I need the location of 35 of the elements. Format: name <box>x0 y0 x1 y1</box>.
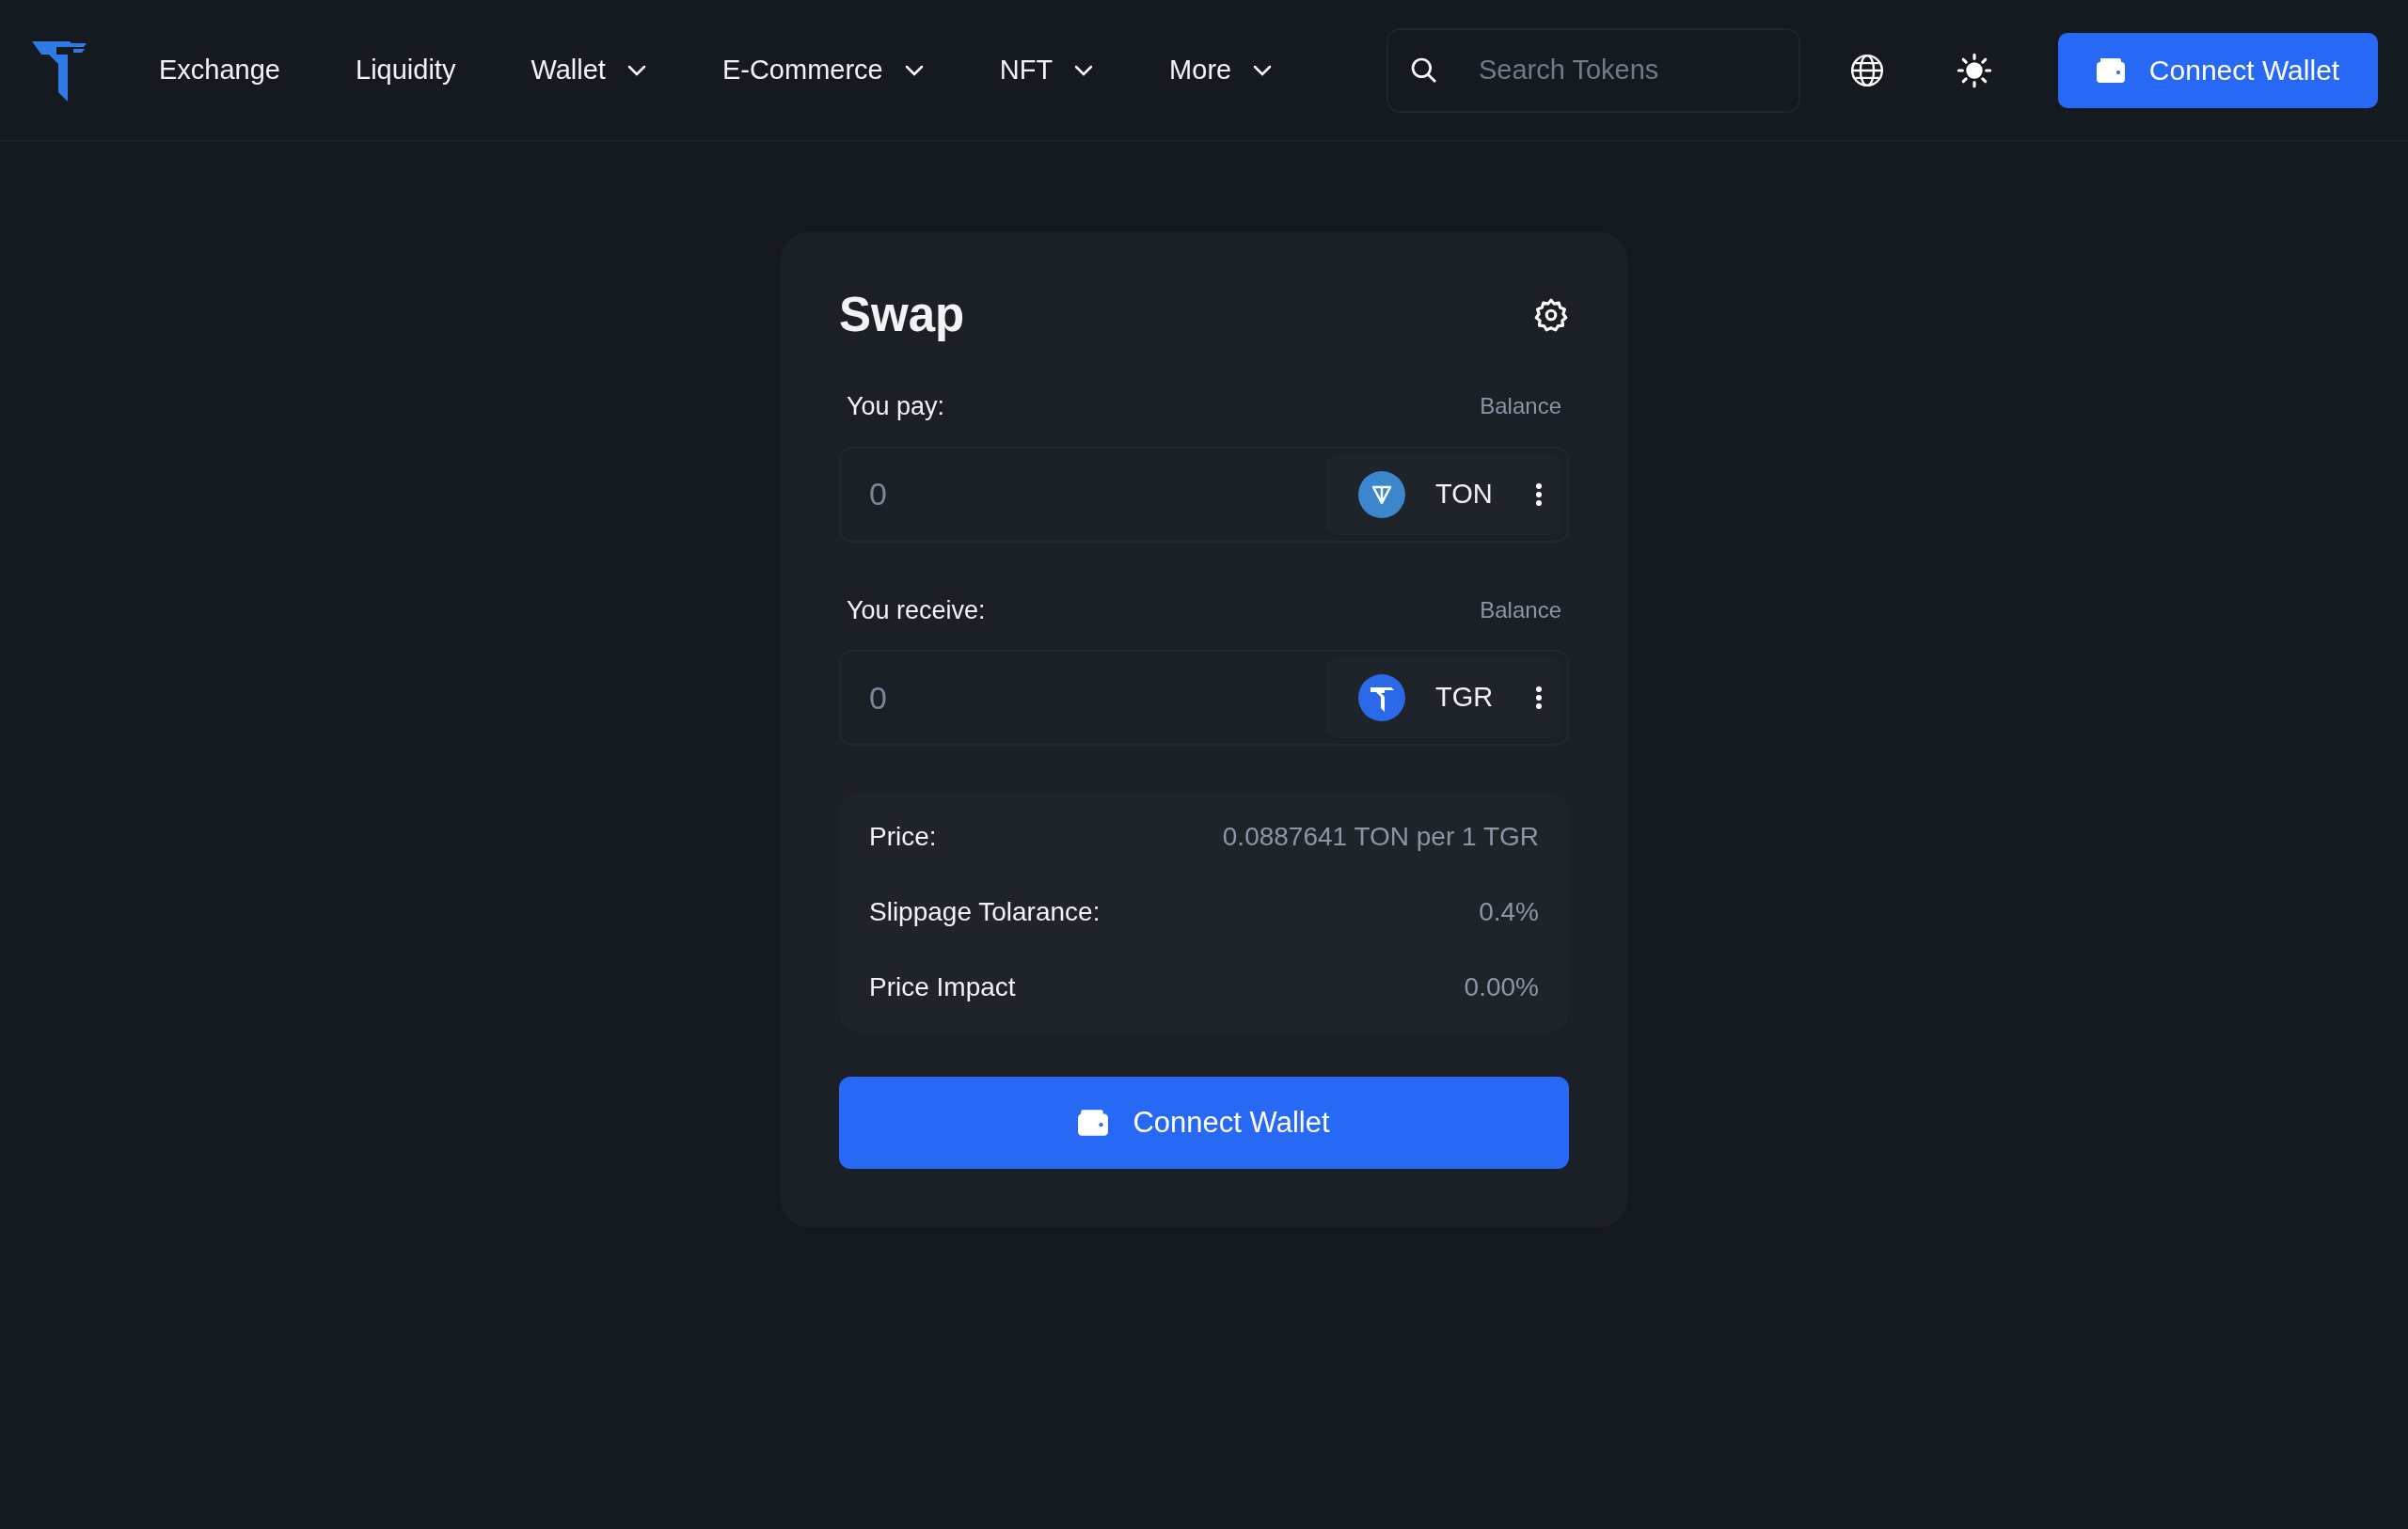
more-vertical-icon[interactable] <box>1535 686 1543 710</box>
token-selector[interactable]: TON <box>1326 453 1561 535</box>
amount-input[interactable]: 0 <box>869 470 1326 518</box>
token-icon <box>1358 674 1405 721</box>
search-field[interactable]: Search Tokens <box>1386 27 1800 113</box>
nav-link[interactable]: NFT <box>999 49 1095 91</box>
sun-icon[interactable] <box>1956 52 1992 88</box>
detail-label: Slippage Tolarance: <box>869 896 1101 928</box>
detail-label: Price: <box>869 821 937 853</box>
field-label: You receive: <box>847 594 986 626</box>
connect-wallet-button[interactable]: Connect Wallet <box>839 1077 1569 1169</box>
wallet-icon <box>2096 57 2125 83</box>
detail-value: 0.0887641 TON per 1 TGR <box>1222 821 1539 853</box>
settings-icon[interactable] <box>1533 296 1569 333</box>
logo-icon[interactable] <box>32 39 88 102</box>
nav-link[interactable]: More <box>1169 49 1274 91</box>
amount-field[interactable]: 0 TGR <box>839 650 1569 746</box>
token-icon <box>1358 470 1405 518</box>
field-label: You pay: <box>847 391 945 422</box>
detail-value: 0.4% <box>1479 896 1539 928</box>
more-vertical-icon[interactable] <box>1535 481 1543 507</box>
detail-label: Price Impact <box>869 971 1016 1003</box>
nav-link[interactable]: Liquidity <box>356 49 456 91</box>
globe-icon[interactable] <box>1849 52 1885 88</box>
token-selector[interactable]: TGR <box>1326 657 1561 738</box>
nav-link[interactable]: Exchange <box>159 49 280 91</box>
wallet-icon <box>1078 1110 1109 1136</box>
nav-link[interactable]: Wallet <box>531 49 647 91</box>
detail-value: 0.00% <box>1464 971 1539 1003</box>
balance-label: Balance <box>1480 392 1561 421</box>
balance-label: Balance <box>1480 595 1561 624</box>
amount-input[interactable]: 0 <box>869 673 1326 722</box>
connect-wallet-button[interactable]: Connect Wallet <box>2058 32 2378 108</box>
amount-field[interactable]: 0 TON <box>839 446 1569 543</box>
nav-link[interactable]: E-Commerce <box>721 49 925 91</box>
